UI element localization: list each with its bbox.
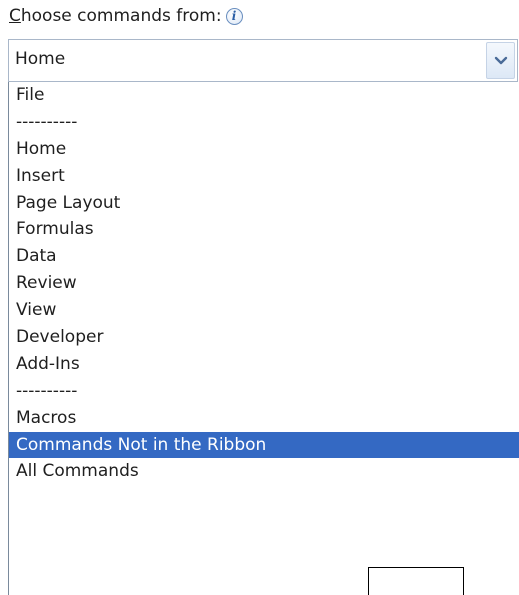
list-item-home[interactable]: Home [9, 136, 519, 163]
list-item-review[interactable]: Review [9, 270, 519, 297]
list-item-insert[interactable]: Insert [9, 163, 519, 190]
commands-dropdown-list[interactable]: File ---------- Home Insert Page Layout … [8, 82, 519, 595]
list-separator[interactable]: ---------- [9, 109, 519, 136]
access-key-letter: C [9, 6, 21, 26]
chevron-down-icon [494, 56, 507, 64]
choose-commands-label: Choose commands from: i [9, 4, 243, 28]
list-item-page-layout[interactable]: Page Layout [9, 190, 519, 217]
commands-from-combobox[interactable]: Home [8, 39, 518, 82]
list-item-developer[interactable]: Developer [9, 324, 519, 351]
list-separator[interactable]: ---------- [9, 378, 519, 405]
list-item-view[interactable]: View [9, 297, 519, 324]
list-item-empty [9, 485, 519, 512]
list-item-empty [9, 512, 519, 539]
list-item-file[interactable]: File [9, 82, 519, 109]
list-item-add-ins[interactable]: Add-Ins [9, 351, 519, 378]
choose-commands-label-text: Choose commands from: [9, 6, 222, 26]
dropdown-button[interactable] [486, 42, 515, 79]
list-item-macros[interactable]: Macros [9, 405, 519, 432]
info-icon[interactable]: i [225, 7, 243, 25]
list-item-data[interactable]: Data [9, 243, 519, 270]
list-item-all-commands[interactable]: All Commands [9, 458, 519, 485]
list-item-commands-not-in-ribbon[interactable]: Commands Not in the Ribbon [9, 431, 519, 459]
label-text-rest: hoose commands from: [20, 6, 222, 26]
blank-box [368, 567, 464, 595]
list-item-formulas[interactable]: Formulas [9, 216, 519, 243]
list-item-empty [9, 539, 519, 566]
combobox-selected-value: Home [15, 49, 66, 69]
